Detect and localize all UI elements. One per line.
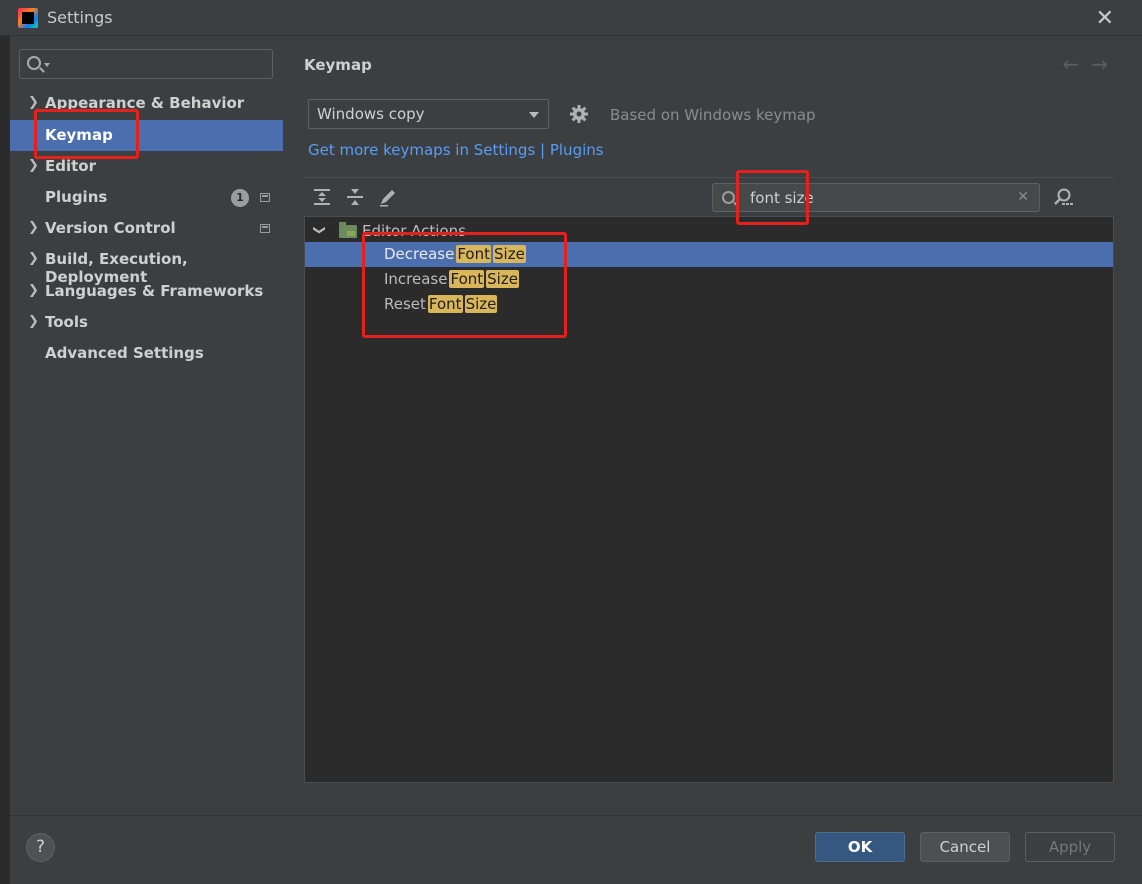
arrow-right-icon[interactable]: →: [1091, 52, 1120, 76]
keymap-select-value: Windows copy: [317, 105, 425, 123]
sidebar-item-advanced-settings[interactable]: Advanced Settings: [10, 338, 283, 369]
match-highlight: Font: [456, 245, 491, 263]
sidebar-item-build-execution-deployment[interactable]: ❯ Build, Execution, Deployment: [10, 244, 283, 286]
search-icon: [27, 56, 41, 70]
folder-icon: [339, 222, 357, 238]
background-ide-strip: [0, 36, 10, 884]
help-button[interactable]: ?: [26, 833, 55, 862]
clear-icon[interactable]: ✕: [1017, 189, 1029, 205]
project-level-icon: [260, 193, 270, 202]
tree-group-editor-actions[interactable]: ❯ Editor Actions: [305, 219, 1113, 243]
page-title: Keymap: [304, 56, 372, 74]
title-bar: Settings ✕: [0, 0, 1142, 36]
project-level-icon: [260, 224, 270, 233]
dropdown-arrow-icon: [529, 112, 539, 118]
tree-row-reset-font-size[interactable]: Reset Font Size: [305, 292, 1113, 317]
match-highlight: Size: [464, 295, 498, 313]
update-count-badge: 1: [231, 189, 249, 207]
tree-group-label: Editor Actions: [362, 222, 466, 240]
match-highlight: Size: [493, 245, 526, 263]
sidebar-item-editor[interactable]: ❯ Editor: [10, 151, 283, 182]
expand-all-icon[interactable]: [311, 186, 333, 208]
close-icon[interactable]: ✕: [1096, 6, 1114, 31]
tree-row-text: Decrease Font Size: [384, 245, 526, 263]
tree-row-text: Increase Font Size: [384, 270, 519, 288]
keymap-select[interactable]: Windows copy: [308, 99, 549, 129]
gear-icon[interactable]: [569, 104, 589, 124]
sidebar-item-languages-frameworks[interactable]: ❯ Languages & Frameworks: [10, 276, 283, 307]
window-title: Settings: [47, 8, 113, 27]
back-forward-arrows[interactable]: ←→: [1062, 52, 1120, 76]
tree-row-text: Reset Font Size: [384, 295, 498, 313]
intellij-app-icon: [18, 8, 38, 28]
sidebar-item-plugins[interactable]: Plugins 1: [10, 182, 283, 213]
edit-pencil-icon[interactable]: [377, 186, 399, 208]
dialog-footer: ? OK Cancel Apply: [10, 815, 1142, 884]
chevron-down-icon[interactable]: ❯: [313, 225, 327, 235]
search-history-dropdown-icon[interactable]: [44, 63, 50, 67]
match-highlight: Size: [486, 270, 519, 288]
settings-sidebar: ❯ Appearance & Behavior Keymap ❯ Editor …: [10, 36, 283, 815]
match-highlight: Font: [449, 270, 485, 288]
sidebar-item-appearance-behavior[interactable]: ❯ Appearance & Behavior: [10, 88, 283, 119]
find-by-shortcut-icon[interactable]: [1052, 186, 1074, 208]
chevron-right-icon: ❯: [28, 95, 39, 110]
keymap-panel: Keymap ←→ Windows copy Based on Windows …: [283, 36, 1142, 815]
apply-button[interactable]: Apply: [1025, 832, 1115, 862]
match-highlight: Font: [427, 295, 463, 313]
ok-button[interactable]: OK: [815, 832, 905, 862]
divider: [304, 177, 1114, 178]
tree-row-decrease-font-size[interactable]: Decrease Font Size: [305, 242, 1113, 267]
filter-value: font size: [750, 189, 814, 207]
chevron-right-icon: ❯: [28, 314, 39, 329]
tree-row-increase-font-size[interactable]: Increase Font Size: [305, 267, 1113, 292]
chevron-right-icon: ❯: [28, 283, 39, 298]
sidebar-item-version-control[interactable]: ❯ Version Control: [10, 213, 283, 244]
sidebar-item-tools[interactable]: ❯ Tools: [10, 307, 283, 338]
chevron-right-icon: ❯: [28, 251, 39, 266]
search-icon: [722, 191, 735, 204]
keymap-filter-input[interactable]: font size ✕: [712, 183, 1040, 212]
chevron-right-icon: ❯: [28, 158, 39, 173]
arrow-left-icon[interactable]: ←: [1062, 52, 1091, 76]
cancel-button[interactable]: Cancel: [920, 832, 1010, 862]
keymap-actions-tree[interactable]: ❯ Editor Actions Decrease Font Size Increa…: [304, 216, 1114, 783]
chevron-right-icon: ❯: [28, 220, 39, 235]
based-on-label: Based on Windows keymap: [610, 106, 816, 124]
collapse-all-icon[interactable]: [344, 186, 366, 208]
get-more-keymaps-link[interactable]: Get more keymaps in Settings | Plugins: [308, 141, 604, 159]
sidebar-item-keymap[interactable]: Keymap: [10, 120, 283, 151]
settings-search-input[interactable]: [19, 49, 273, 79]
